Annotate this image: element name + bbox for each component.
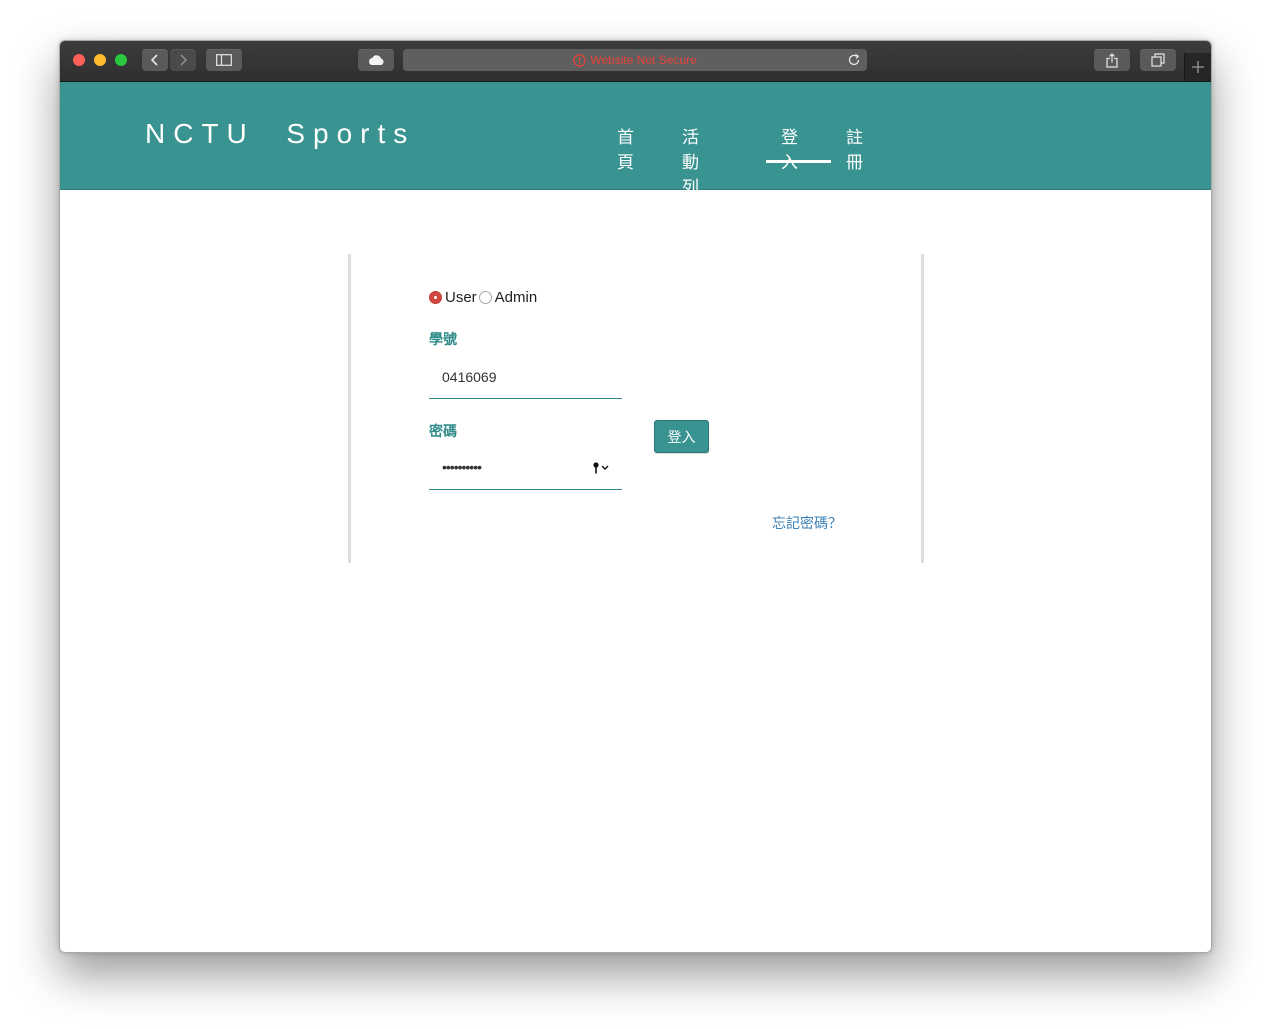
back-icon (150, 54, 158, 66)
show-tabs-button[interactable] (1140, 49, 1176, 71)
role-admin-radio[interactable] (478, 290, 492, 304)
plus-icon (1192, 61, 1204, 73)
student-id-field[interactable]: 0416069 (429, 358, 622, 399)
share-button[interactable] (1094, 49, 1130, 71)
zoom-window-button[interactable] (115, 54, 127, 66)
login-button[interactable]: 登入 (654, 420, 709, 453)
browser-window: Website Not Secure NCTU Sports 首頁 活動列表 登… (59, 40, 1212, 953)
reload-icon[interactable] (847, 53, 861, 67)
key-icon[interactable] (592, 462, 610, 474)
student-id-label: 學號 (429, 332, 457, 348)
back-button[interactable] (142, 49, 168, 71)
login-panel: User Admin 學號 0416069 密碼 •••••••••• 登入 忘… (348, 254, 924, 563)
password-field[interactable]: •••••••••• (429, 449, 622, 490)
role-admin-label[interactable]: Admin (495, 289, 538, 306)
cloud-icon (369, 55, 384, 65)
forgot-password-link[interactable]: 忘記密碼？ (772, 513, 842, 533)
page-content: NCTU Sports 首頁 活動列表 登入 註冊 User Admin 學號 … (60, 82, 1211, 952)
site-header: NCTU Sports 首頁 活動列表 登入 註冊 (60, 82, 1211, 223)
nav-active-indicator (766, 160, 831, 163)
role-user-label[interactable]: User (445, 289, 477, 306)
role-user-radio[interactable] (429, 290, 442, 304)
browser-toolbar: Website Not Secure (60, 41, 1211, 82)
password-label: 密碼 (429, 424, 457, 440)
share-icon (1106, 52, 1118, 68)
forward-button[interactable] (170, 49, 196, 71)
address-text: Website Not Secure (590, 53, 697, 67)
sidebar-button[interactable] (206, 49, 242, 71)
warning-icon (573, 53, 586, 67)
minimize-window-button[interactable] (94, 54, 106, 66)
tabs-icon (1151, 53, 1165, 67)
brand-logo[interactable]: NCTU Sports (145, 118, 415, 150)
new-tab-button[interactable] (1184, 53, 1211, 81)
role-selector: User Admin (429, 288, 539, 306)
nav-item-login[interactable]: 登入 (781, 123, 798, 173)
nav-item-activity-list[interactable]: 活動列表 (682, 123, 699, 223)
nav-item-home[interactable]: 首頁 (617, 123, 634, 173)
forward-icon (180, 54, 188, 66)
address-bar[interactable]: Website Not Secure (403, 49, 867, 71)
password-mask: •••••••••• (442, 459, 482, 475)
nav-item-register[interactable]: 註冊 (846, 123, 863, 173)
close-window-button[interactable] (73, 54, 85, 66)
icloud-tabs-button[interactable] (358, 49, 394, 71)
student-id-value: 0416069 (442, 369, 497, 385)
sidebar-icon (216, 54, 232, 66)
